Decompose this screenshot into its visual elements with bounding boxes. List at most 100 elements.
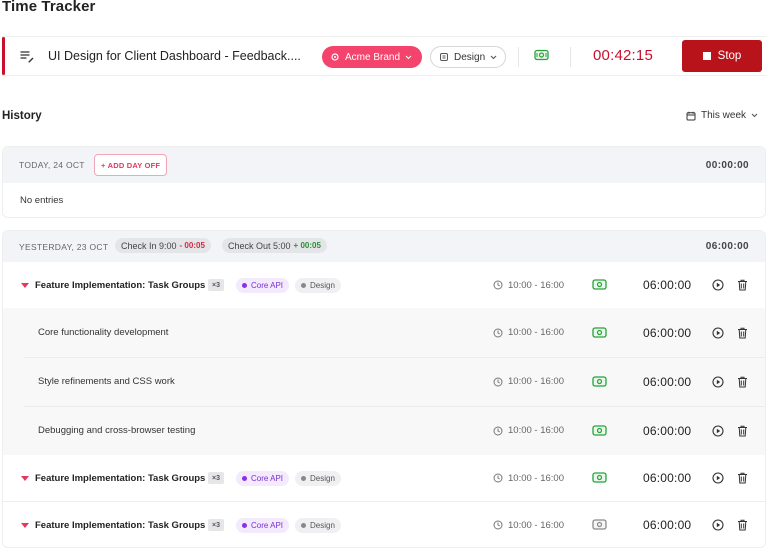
subtask-name: Debugging and cross-browser testing — [38, 425, 196, 436]
time-range[interactable]: 10:00 - 16:00 — [493, 520, 564, 531]
play-icon[interactable] — [712, 472, 724, 484]
entry-count-badge: ×3 — [208, 519, 224, 531]
elapsed-timer: 00:42:15 — [593, 47, 653, 64]
active-accent-bar — [2, 37, 5, 75]
entry-count-badge: ×3 — [208, 279, 224, 291]
client-select[interactable]: Acme Brand — [322, 46, 423, 68]
project-pill[interactable]: Core API — [236, 277, 290, 293]
collapse-caret-icon[interactable] — [21, 282, 29, 288]
project-pill[interactable]: Core API — [236, 470, 290, 486]
play-icon[interactable] — [712, 326, 724, 339]
subtask-list: Core functionality development 10:00 - 1… — [3, 308, 765, 455]
trash-icon[interactable] — [737, 472, 748, 484]
entry-count-badge: ×3 — [208, 472, 224, 484]
week-range-select[interactable]: This week — [686, 110, 758, 121]
subtask-name: Core functionality development — [38, 327, 169, 338]
task-group-row[interactable]: Feature Implementation: Task Groups ×3 C… — [3, 455, 765, 501]
project-dot-icon — [242, 282, 247, 288]
clock-icon — [493, 426, 503, 435]
money-icon[interactable] — [592, 519, 607, 531]
subtask-row[interactable]: Style refinements and CSS work 10:00 - 1… — [3, 357, 765, 406]
tag-label: Design — [310, 520, 335, 530]
play-icon[interactable] — [712, 279, 724, 291]
project-dot-icon — [242, 522, 247, 528]
divider — [518, 47, 519, 67]
play-icon[interactable] — [712, 519, 724, 531]
subtask-row[interactable]: Core functionality development 10:00 - 1… — [3, 308, 765, 357]
money-icon[interactable] — [592, 375, 607, 388]
tag-pill[interactable]: Design — [295, 277, 341, 293]
clock-icon — [493, 473, 503, 483]
check-in-delta: - 00:05 — [179, 241, 205, 250]
duration[interactable]: 06:00:00 — [643, 471, 691, 485]
play-icon[interactable] — [712, 424, 724, 437]
time-range[interactable]: 10:00 - 16:00 — [493, 425, 564, 436]
project-pill[interactable]: Core API — [236, 517, 290, 533]
time-range-label: 10:00 - 16:00 — [508, 376, 564, 387]
tag-label: Design — [454, 51, 486, 63]
tag-pill[interactable]: Design — [295, 470, 341, 486]
check-out-badge: Check Out 5:00 + 00:05 — [222, 238, 327, 253]
task-group-row[interactable]: Feature Implementation: Task Groups ×3 C… — [3, 502, 765, 547]
day-group-yesterday: YESTERDAY, 23 OCT Check In 9:00 - 00:05 … — [2, 230, 766, 548]
project-label: Core API — [251, 280, 284, 290]
tracker-task-title[interactable]: UI Design for Client Dashboard - Feedbac… — [48, 49, 301, 63]
day-header: YESTERDAY, 23 OCT Check In 9:00 - 00:05 … — [3, 231, 765, 262]
time-range[interactable]: 10:00 - 16:00 — [493, 473, 564, 484]
clock-icon — [493, 328, 503, 337]
check-out-delta: + 00:05 — [293, 241, 321, 250]
time-range-label: 10:00 - 16:00 — [508, 279, 564, 291]
active-timer-bar: UI Design for Client Dashboard - Feedbac… — [2, 36, 766, 76]
tag-pill[interactable]: Design — [295, 517, 341, 533]
check-in-badge: Check In 9:00 - 00:05 — [115, 238, 211, 253]
time-range-label: 10:00 - 16:00 — [508, 425, 564, 436]
chevron-down-icon — [405, 55, 412, 59]
task-group-row[interactable]: Feature Implementation: Task Groups ×3 C… — [3, 262, 765, 308]
duration[interactable]: 06:00:00 — [643, 326, 691, 340]
row-divider — [24, 357, 765, 358]
day-group-today: TODAY, 24 OCT + ADD DAY OFF 00:00:00 No … — [2, 146, 766, 218]
chevron-down-icon — [490, 55, 497, 59]
tag-icon — [440, 53, 448, 61]
play-icon[interactable] — [712, 375, 724, 388]
money-icon[interactable] — [534, 49, 549, 62]
add-day-off-button[interactable]: + ADD DAY OFF — [94, 154, 168, 176]
list-edit-icon[interactable] — [20, 49, 34, 63]
history-title: History — [2, 110, 42, 122]
trash-icon[interactable] — [737, 327, 748, 339]
gear-icon — [331, 53, 339, 61]
stop-button[interactable]: Stop — [682, 40, 762, 72]
money-icon[interactable] — [592, 326, 607, 339]
money-icon[interactable] — [592, 472, 607, 484]
row-divider — [24, 406, 765, 407]
project-label: Core API — [251, 520, 284, 530]
money-icon[interactable] — [592, 279, 607, 291]
check-out-label: Check Out 5:00 — [228, 240, 291, 251]
trash-icon[interactable] — [737, 519, 748, 531]
time-range[interactable]: 10:00 - 16:00 — [493, 327, 564, 338]
trash-icon[interactable] — [737, 425, 748, 437]
collapse-caret-icon[interactable] — [21, 522, 29, 528]
tag-label: Design — [310, 473, 335, 483]
collapse-caret-icon[interactable] — [21, 475, 29, 481]
empty-state: No entries — [20, 194, 64, 206]
time-range[interactable]: 10:00 - 16:00 — [493, 376, 564, 387]
money-icon[interactable] — [592, 424, 607, 437]
tag-label: Design — [310, 280, 335, 290]
duration[interactable]: 06:00:00 — [643, 518, 691, 532]
duration[interactable]: 06:00:00 — [643, 424, 691, 438]
check-in-label: Check In 9:00 — [121, 240, 177, 251]
project-dot-icon — [242, 475, 247, 481]
trash-icon[interactable] — [737, 376, 748, 388]
duration[interactable]: 06:00:00 — [643, 278, 691, 292]
subtask-row[interactable]: Debugging and cross-browser testing 10:0… — [3, 406, 765, 455]
chevron-down-icon — [751, 113, 758, 118]
tag-select[interactable]: Design — [430, 46, 507, 68]
duration[interactable]: 06:00:00 — [643, 375, 691, 389]
task-group-name: Feature Implementation: Task Groups — [35, 472, 206, 484]
trash-icon[interactable] — [737, 279, 748, 291]
time-range[interactable]: 10:00 - 16:00 — [493, 280, 564, 291]
day-date: YESTERDAY, 23 OCT — [19, 241, 109, 252]
day-header: TODAY, 24 OCT + ADD DAY OFF 00:00:00 — [3, 147, 765, 183]
day-date: TODAY, 24 OCT — [19, 160, 85, 170]
